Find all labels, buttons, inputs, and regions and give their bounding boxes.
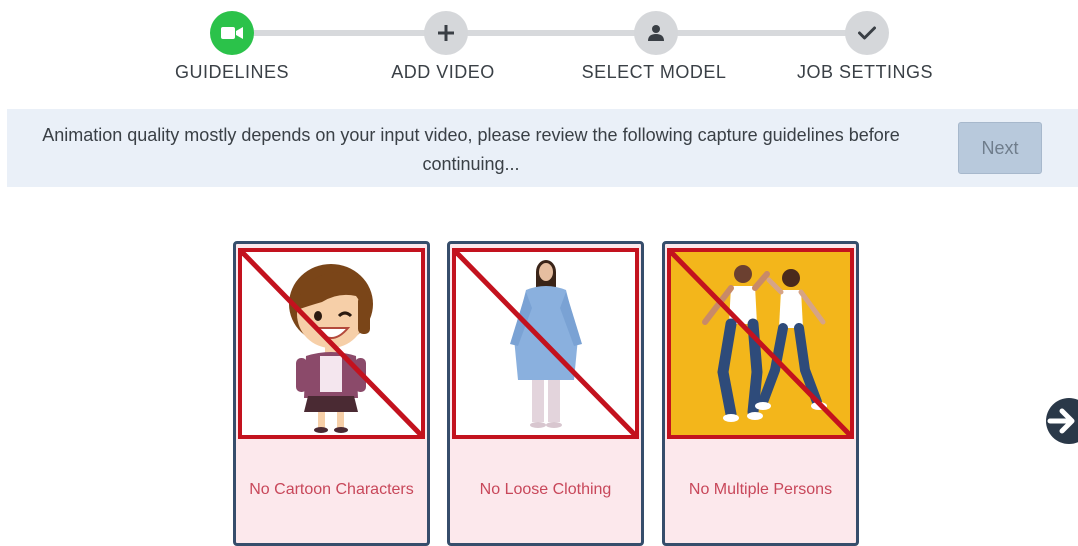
next-button[interactable]: Next [958,122,1042,174]
step-select-model-circle[interactable] [634,11,678,55]
guidelines-banner: Animation quality mostly depends on your… [7,109,1078,187]
cartoon-character-illustration [238,248,425,439]
video-camera-icon [221,27,243,39]
user-icon [648,25,664,41]
step-label-guidelines: GUIDELINES [174,62,290,82]
guideline-card-loose-clothing: No Loose Clothing [447,241,644,546]
card-caption-multiple-persons: No Multiple Persons [688,481,833,498]
guideline-card-multiple-persons: No Multiple Persons [662,241,859,546]
plus-icon [438,25,454,41]
step-job-settings-circle[interactable] [845,11,889,55]
multiple-persons-photo [667,248,854,439]
card-caption-loose-clothing: No Loose Clothing [479,481,612,498]
guideline-card-cartoon: No Cartoon Characters [233,241,430,546]
step-label-select-model: SELECT MODEL [581,62,727,82]
card-caption-cartoon: No Cartoon Characters [249,481,414,498]
step-add-video-circle[interactable] [424,11,468,55]
step-label-job-settings: JOB SETTINGS [796,62,934,82]
loose-clothing-photo [452,248,639,439]
carousel-next-button[interactable] [1046,398,1078,444]
stepper-track [250,30,880,36]
step-guidelines-circle[interactable] [210,11,254,55]
arrow-right-circle-icon [1047,408,1075,434]
checkmark-icon [858,26,876,40]
step-label-add-video: ADD VIDEO [391,62,495,82]
banner-message: Animation quality mostly depends on your… [42,125,900,174]
